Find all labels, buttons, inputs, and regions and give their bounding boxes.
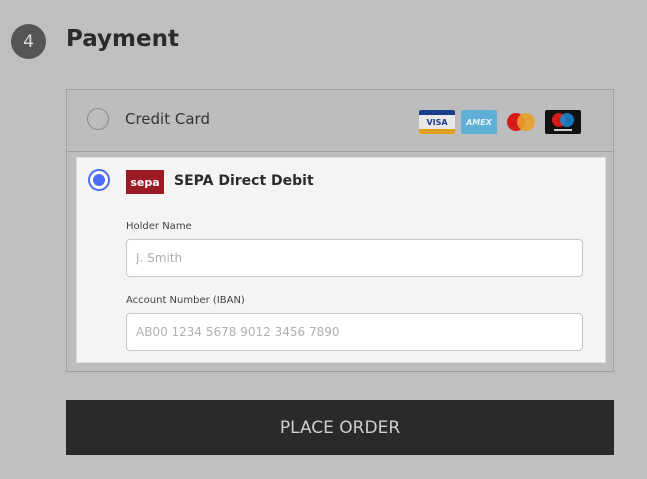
place-order-button[interactable]: PLACE ORDER bbox=[66, 400, 614, 455]
holder-name-label: Holder Name bbox=[126, 221, 192, 232]
card-logos: VISA AMEX bbox=[419, 110, 581, 134]
credit-card-option[interactable]: Credit Card VISA AMEX bbox=[67, 90, 613, 152]
page-title: Payment bbox=[66, 26, 179, 52]
mastercard-icon bbox=[503, 110, 539, 134]
sepa-option[interactable]: sepa SEPA Direct Debit Holder Name Accou… bbox=[76, 157, 606, 363]
payment-methods: Credit Card VISA AMEX sepa SEPA Direct D… bbox=[66, 89, 614, 372]
amex-icon: AMEX bbox=[461, 110, 497, 134]
visa-icon: VISA bbox=[419, 110, 455, 134]
credit-card-label: Credit Card bbox=[125, 110, 210, 128]
sepa-radio[interactable] bbox=[88, 169, 110, 191]
step-number: 4 bbox=[11, 24, 46, 59]
holder-name-input[interactable] bbox=[126, 239, 583, 277]
iban-input[interactable] bbox=[126, 313, 583, 351]
sepa-logo: sepa bbox=[126, 170, 164, 194]
iban-label: Account Number (IBAN) bbox=[126, 295, 245, 306]
credit-card-radio[interactable] bbox=[87, 108, 109, 130]
maestro-icon bbox=[545, 110, 581, 134]
sepa-label: SEPA Direct Debit bbox=[174, 173, 314, 189]
